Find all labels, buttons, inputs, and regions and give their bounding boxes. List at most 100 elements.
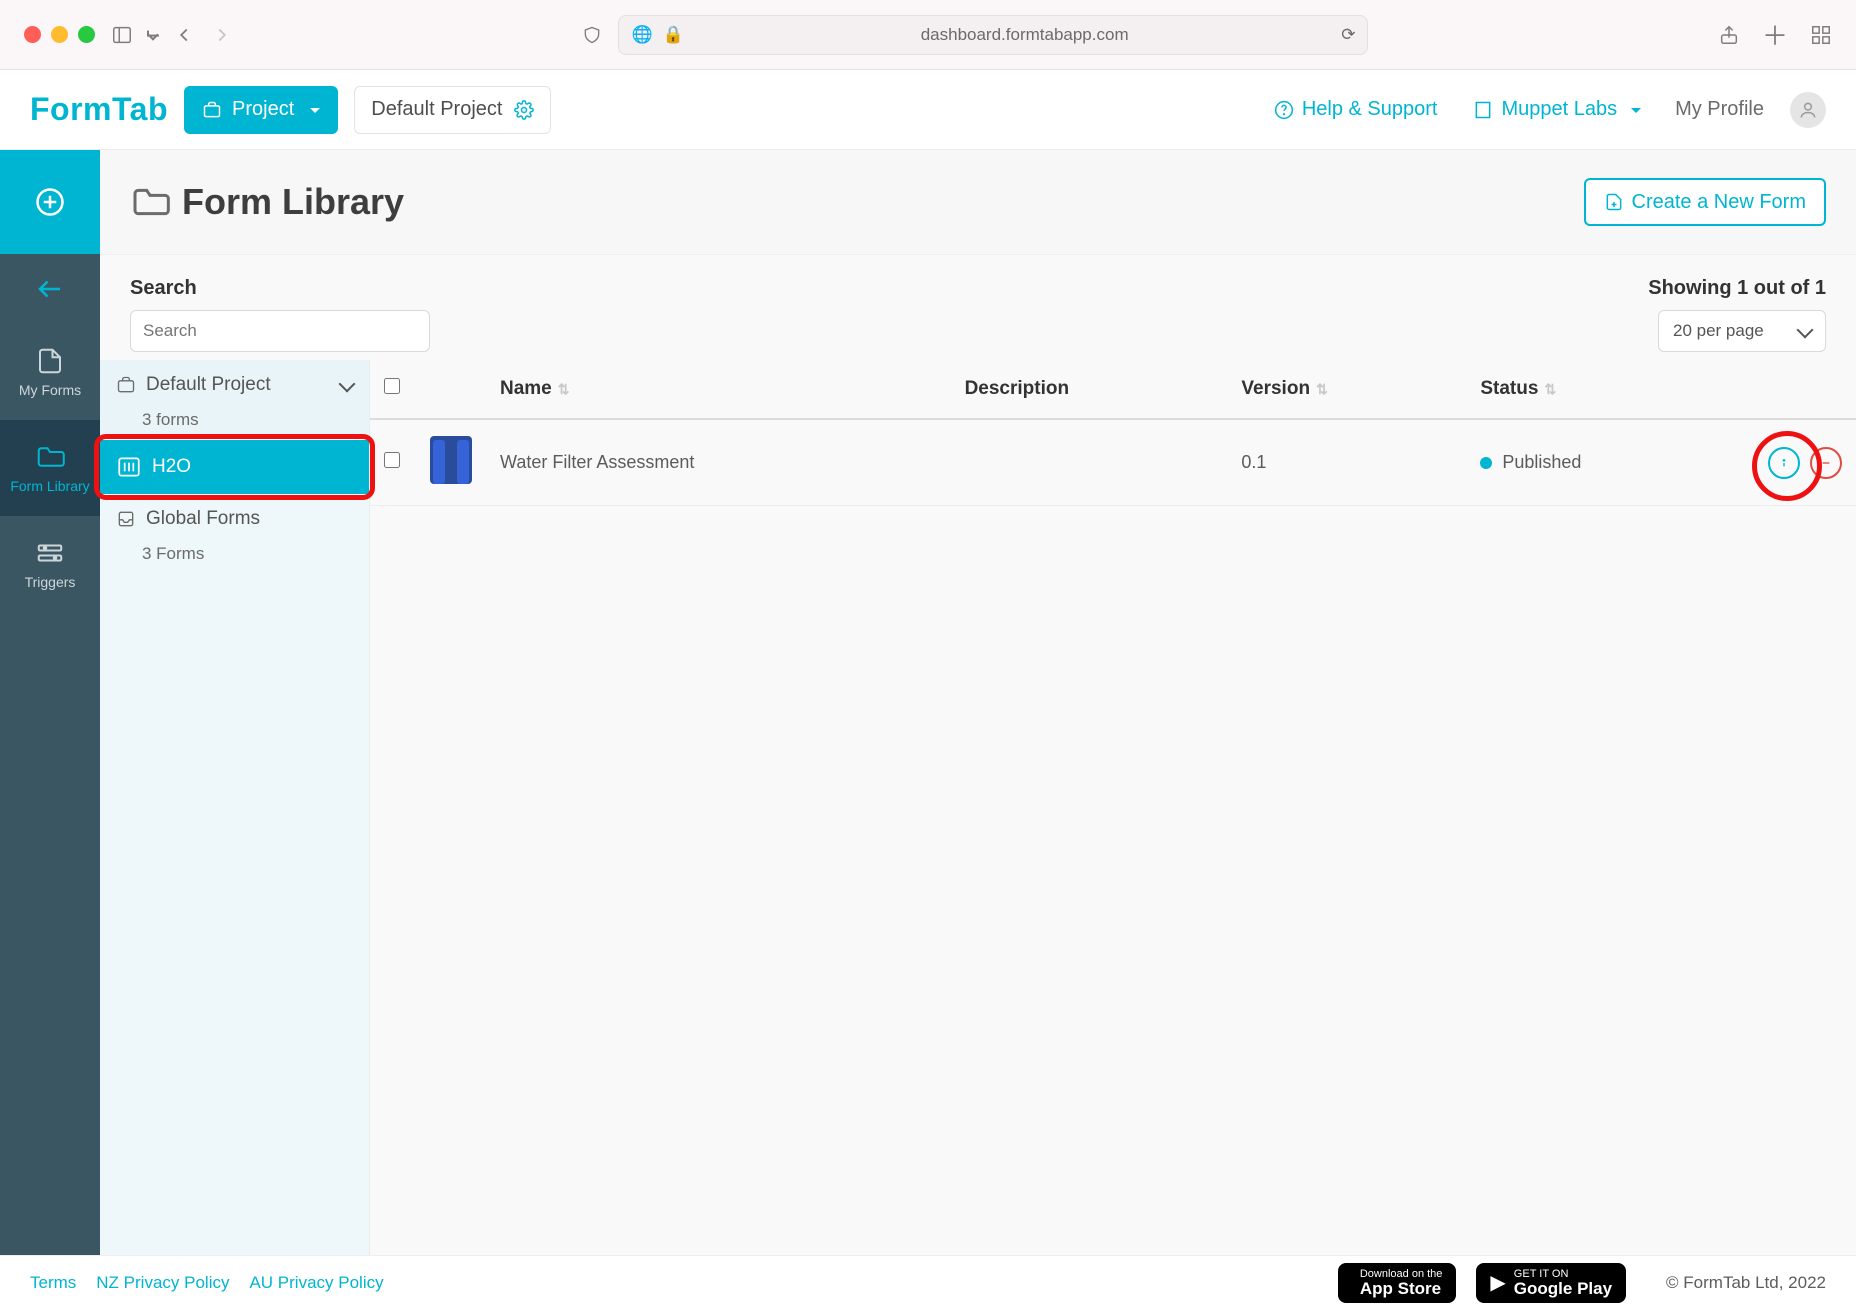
sort-icon: ⇅	[1316, 381, 1328, 397]
app-header: FormTab Project Default Project Help & S…	[0, 70, 1856, 150]
nav-back[interactable]	[0, 254, 100, 324]
vertical-nav: My Forms Form Library Triggers	[0, 150, 100, 1255]
page-title: Form Library	[182, 181, 404, 223]
cell-status: Published	[1466, 419, 1736, 506]
briefcase-icon	[202, 100, 222, 120]
col-name[interactable]: Name⇅	[486, 360, 951, 419]
folder-icon	[130, 182, 170, 222]
file-plus-icon	[1604, 192, 1624, 212]
logo[interactable]: FormTab	[30, 91, 168, 128]
cell-name: Water Filter Assessment	[486, 419, 951, 506]
per-page-label: 20 per page	[1673, 321, 1764, 341]
project-dropdown-label: Project	[232, 98, 294, 121]
cell-description	[951, 419, 1228, 506]
tree-item-h2o[interactable]: H2O	[100, 440, 369, 494]
per-page-select[interactable]: 20 per page	[1658, 310, 1826, 352]
col-status[interactable]: Status⇅	[1466, 360, 1736, 419]
help-icon	[1274, 100, 1294, 120]
create-button[interactable]	[0, 150, 100, 254]
tabs-overview-icon[interactable]	[1810, 16, 1832, 53]
help-support-link[interactable]: Help & Support	[1274, 98, 1438, 121]
window-controls	[24, 26, 95, 43]
nav-my-forms-label: My Forms	[19, 382, 81, 398]
nav-form-library[interactable]: Form Library	[0, 420, 100, 516]
caret-down-icon	[304, 98, 320, 121]
nav-triggers-label: Triggers	[25, 574, 76, 590]
create-form-button[interactable]: Create a New Form	[1584, 178, 1827, 226]
play-icon: ▶	[1490, 1273, 1505, 1293]
current-project-label: Default Project	[371, 98, 502, 121]
address-bar[interactable]: 🌐 🔒 dashboard.formtabapp.com ⟳	[618, 15, 1368, 55]
shield-icon[interactable]	[582, 15, 602, 55]
tree-item-label: H2O	[152, 456, 191, 478]
chevron-down-icon[interactable]	[147, 29, 158, 40]
tree-global-count: 3 Forms	[100, 544, 369, 574]
select-all-checkbox[interactable]	[384, 378, 400, 394]
plus-circle-icon	[35, 187, 65, 217]
google-play-badge[interactable]: ▶ GET IT ONGoogle Play	[1476, 1263, 1626, 1303]
form-thumbnail	[430, 436, 472, 484]
nz-privacy-link[interactable]: NZ Privacy Policy	[96, 1273, 229, 1293]
briefcase-icon	[116, 375, 136, 395]
chevron-down-icon	[1799, 321, 1811, 341]
showing-text: Showing 1 out of 1	[1648, 277, 1826, 300]
search-input[interactable]	[130, 310, 430, 352]
inbox-icon	[116, 509, 136, 529]
row-checkbox[interactable]	[384, 452, 400, 468]
tree-project-header[interactable]: Default Project	[100, 360, 369, 410]
close-window-icon[interactable]	[24, 26, 41, 43]
tree-project-count: 3 forms	[100, 410, 369, 440]
au-privacy-link[interactable]: AU Privacy Policy	[249, 1273, 383, 1293]
nav-form-library-label: Form Library	[10, 478, 89, 494]
back-icon[interactable]	[173, 24, 195, 46]
category-icon	[116, 454, 142, 480]
help-support-label: Help & Support	[1302, 98, 1438, 121]
new-tab-icon[interactable]: ＋	[1762, 16, 1788, 53]
sidebar-toggle-icon[interactable]	[111, 24, 133, 46]
create-form-label: Create a New Form	[1632, 191, 1807, 214]
building-icon	[1473, 100, 1493, 120]
footer: Terms NZ Privacy Policy AU Privacy Polic…	[0, 1255, 1856, 1309]
project-tree: Default Project 3 forms H2O Global Forms…	[100, 360, 370, 1255]
folder-icon	[35, 442, 65, 472]
tree-project-label: Default Project	[146, 374, 331, 396]
forward-icon[interactable]	[211, 24, 233, 46]
document-icon	[35, 346, 65, 376]
url-text: dashboard.formtabapp.com	[694, 25, 1356, 45]
cell-version: 0.1	[1227, 419, 1466, 506]
current-project[interactable]: Default Project	[354, 86, 551, 134]
gear-icon	[514, 100, 534, 120]
nav-triggers[interactable]: Triggers	[0, 516, 100, 612]
app-store-badge[interactable]: Download on theApp Store	[1338, 1263, 1457, 1303]
copyright: © FormTab Ltd, 2022	[1666, 1273, 1826, 1293]
share-icon[interactable]	[1718, 16, 1740, 53]
reload-icon[interactable]: ⟳	[1341, 25, 1355, 45]
sort-icon: ⇅	[558, 381, 570, 397]
caret-down-icon	[1625, 98, 1641, 121]
globe-icon: 🌐	[631, 25, 652, 45]
terms-link[interactable]: Terms	[30, 1273, 76, 1293]
info-icon	[1776, 455, 1792, 471]
nav-my-forms[interactable]: My Forms	[0, 324, 100, 420]
col-version[interactable]: Version⇅	[1227, 360, 1466, 419]
maximize-window-icon[interactable]	[78, 26, 95, 43]
avatar[interactable]	[1790, 92, 1826, 128]
status-dot-icon	[1480, 457, 1492, 469]
arrow-left-icon	[35, 274, 65, 304]
my-profile-link[interactable]: My Profile	[1675, 98, 1764, 121]
browser-toolbar: 🌐 🔒 dashboard.formtabapp.com ⟳ ＋	[0, 0, 1856, 70]
page-header: Form Library Create a New Form	[100, 150, 1856, 255]
org-label: Muppet Labs	[1501, 98, 1617, 121]
minimize-window-icon[interactable]	[51, 26, 68, 43]
org-switcher[interactable]: Muppet Labs	[1473, 98, 1641, 121]
lock-icon: 🔒	[663, 25, 684, 45]
col-description[interactable]: Description	[951, 360, 1228, 419]
triggers-icon	[35, 538, 65, 568]
project-dropdown[interactable]: Project	[184, 86, 338, 134]
forms-table: Name⇅ Description Version⇅ Status⇅ Water…	[370, 360, 1856, 1255]
info-button[interactable]	[1768, 447, 1800, 479]
tree-global-header[interactable]: Global Forms	[100, 494, 369, 544]
table-row[interactable]: Water Filter Assessment 0.1 Published	[370, 419, 1856, 506]
chevron-down-icon	[341, 374, 353, 396]
sort-icon: ⇅	[1544, 381, 1556, 397]
